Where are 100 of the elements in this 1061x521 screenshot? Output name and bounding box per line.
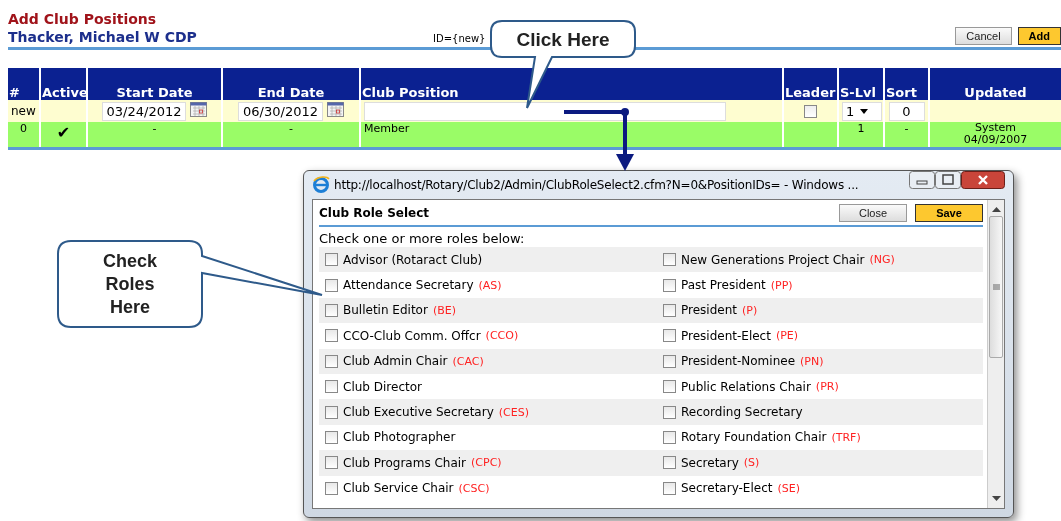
cancel-button[interactable]: Cancel bbox=[955, 27, 1012, 45]
sort-field[interactable]: 0 bbox=[888, 101, 925, 121]
browser-icon bbox=[312, 176, 330, 194]
role-checkbox[interactable] bbox=[663, 329, 676, 343]
role-checkbox[interactable] bbox=[325, 278, 338, 292]
column-header: S-Lvl bbox=[838, 68, 884, 100]
scroll-down-icon[interactable] bbox=[991, 496, 1001, 502]
role-checkbox[interactable] bbox=[663, 303, 676, 317]
callout-text: Click Here bbox=[515, 27, 611, 51]
role-label: Club Admin Chair bbox=[343, 354, 448, 369]
role-label: Club Director bbox=[343, 379, 422, 394]
dialog-heading: Club Role Select bbox=[319, 206, 431, 220]
role-checkbox[interactable] bbox=[325, 405, 338, 419]
add-button[interactable]: Add bbox=[1017, 27, 1061, 45]
table-cell-text: System bbox=[974, 122, 1017, 134]
table-cell: - bbox=[152, 122, 157, 135]
scroll-up-icon[interactable] bbox=[991, 206, 1001, 212]
row-number: new bbox=[11, 104, 36, 118]
page-title: Add Club Positions bbox=[8, 10, 158, 28]
role-checkbox[interactable] bbox=[325, 303, 338, 317]
leader-checkbox[interactable] bbox=[804, 105, 817, 118]
table-cell-text: 04/09/2007 bbox=[962, 134, 1029, 146]
role-label: President-Elect bbox=[681, 328, 771, 343]
role-label: President bbox=[681, 303, 737, 318]
role-label: Club Service Chair bbox=[343, 481, 454, 496]
dropdown-icon bbox=[860, 108, 869, 114]
column-header: Leader bbox=[783, 68, 838, 100]
role-label: Attendance Secretary bbox=[343, 278, 474, 293]
maximize-icon[interactable] bbox=[935, 171, 961, 189]
role-checkbox[interactable] bbox=[663, 481, 676, 495]
role-checkbox[interactable] bbox=[663, 430, 676, 444]
role-label: Recording Secretary bbox=[681, 405, 803, 420]
column-header: End Date bbox=[222, 68, 360, 100]
role-checkbox[interactable] bbox=[325, 456, 338, 470]
role-code: (PP) bbox=[770, 278, 793, 292]
role-checkbox[interactable] bbox=[325, 380, 338, 394]
minimize-icon[interactable] bbox=[909, 171, 935, 189]
role-code: (CPC) bbox=[471, 456, 502, 470]
pointer-arrow bbox=[564, 108, 634, 171]
role-checkbox[interactable] bbox=[325, 253, 338, 267]
role-checkbox[interactable] bbox=[325, 430, 338, 444]
role-label: Club Photographer bbox=[343, 430, 456, 445]
role-checkbox[interactable] bbox=[663, 354, 676, 368]
role-checkbox[interactable] bbox=[663, 456, 676, 470]
end-date-field[interactable]: 06/30/2012 bbox=[238, 101, 323, 121]
active-check-icon: ✔ bbox=[56, 123, 71, 142]
table-cell: Member bbox=[364, 122, 410, 135]
table-cell: - bbox=[289, 122, 293, 135]
role-checkbox[interactable] bbox=[325, 354, 338, 368]
role-label: Club Executive Secretary bbox=[343, 405, 494, 420]
role-code: (TRF) bbox=[831, 430, 861, 444]
close-icon[interactable] bbox=[961, 171, 1005, 189]
role-label: Advisor (Rotaract Club) bbox=[343, 252, 483, 267]
role-code: (CES) bbox=[498, 405, 529, 419]
role-label: New Generations Project Chair bbox=[681, 252, 865, 267]
role-code: (PR) bbox=[815, 380, 839, 394]
window-title: http://localhost/Rotary/Club2/Admin/ClubRoleSelect2.cfm?N=0&PositionIDs= - Windows ... bbox=[334, 178, 860, 192]
role-label: Club Programs Chair bbox=[343, 455, 467, 470]
calendar-icon[interactable] bbox=[190, 101, 208, 117]
column-header: Sort bbox=[884, 68, 929, 100]
role-checkbox[interactable] bbox=[663, 278, 676, 292]
role-checkbox[interactable] bbox=[663, 405, 676, 419]
scrollbar[interactable] bbox=[987, 200, 1004, 508]
role-label: Secretary bbox=[681, 455, 739, 470]
column-header: Start Date bbox=[87, 68, 222, 100]
record-id: ID={new} bbox=[433, 33, 486, 44]
role-checkbox[interactable] bbox=[325, 329, 338, 343]
role-label: Past President bbox=[681, 278, 766, 293]
role-label: President-Nominee bbox=[681, 354, 796, 369]
role-code: (AS) bbox=[478, 278, 502, 292]
table-cell: 0 bbox=[20, 122, 27, 135]
role-label: Secretary-Elect bbox=[681, 481, 773, 496]
grip-icon bbox=[992, 284, 1000, 290]
column-header: Active bbox=[40, 68, 87, 100]
close-button[interactable]: Close bbox=[839, 204, 907, 222]
club-position-field[interactable] bbox=[364, 101, 726, 121]
member-name: Thacker, Michael W CDP bbox=[8, 28, 198, 46]
role-code: (CCO) bbox=[485, 329, 519, 343]
save-button[interactable]: Save bbox=[915, 204, 983, 222]
role-code: (CAC) bbox=[452, 354, 484, 368]
role-code: (PE) bbox=[775, 329, 799, 343]
role-code: (P) bbox=[742, 303, 758, 317]
instruction-text: Check one or more roles below: bbox=[319, 231, 526, 246]
calendar-icon[interactable] bbox=[326, 101, 344, 117]
role-code: (PN) bbox=[800, 354, 824, 368]
role-code: (NG) bbox=[869, 253, 895, 267]
callout-text: Check Roles Here bbox=[102, 249, 158, 319]
table-cell: 1 bbox=[857, 122, 865, 135]
scroll-thumb[interactable] bbox=[989, 216, 1003, 358]
role-code: (BE) bbox=[432, 303, 456, 317]
level-select[interactable]: 1 bbox=[842, 101, 882, 121]
column-header: Club Position bbox=[360, 68, 783, 100]
role-checkbox[interactable] bbox=[663, 380, 676, 394]
column-header: Updated bbox=[929, 68, 1061, 100]
start-date-field[interactable]: 03/24/2012 bbox=[101, 101, 187, 121]
role-checkbox[interactable] bbox=[663, 253, 676, 267]
role-checkbox[interactable] bbox=[325, 481, 338, 495]
role-label: Bulletin Editor bbox=[343, 303, 428, 318]
role-code: (SE) bbox=[777, 481, 800, 495]
role-label: CCO-Club Comm. Offcr bbox=[343, 328, 481, 343]
